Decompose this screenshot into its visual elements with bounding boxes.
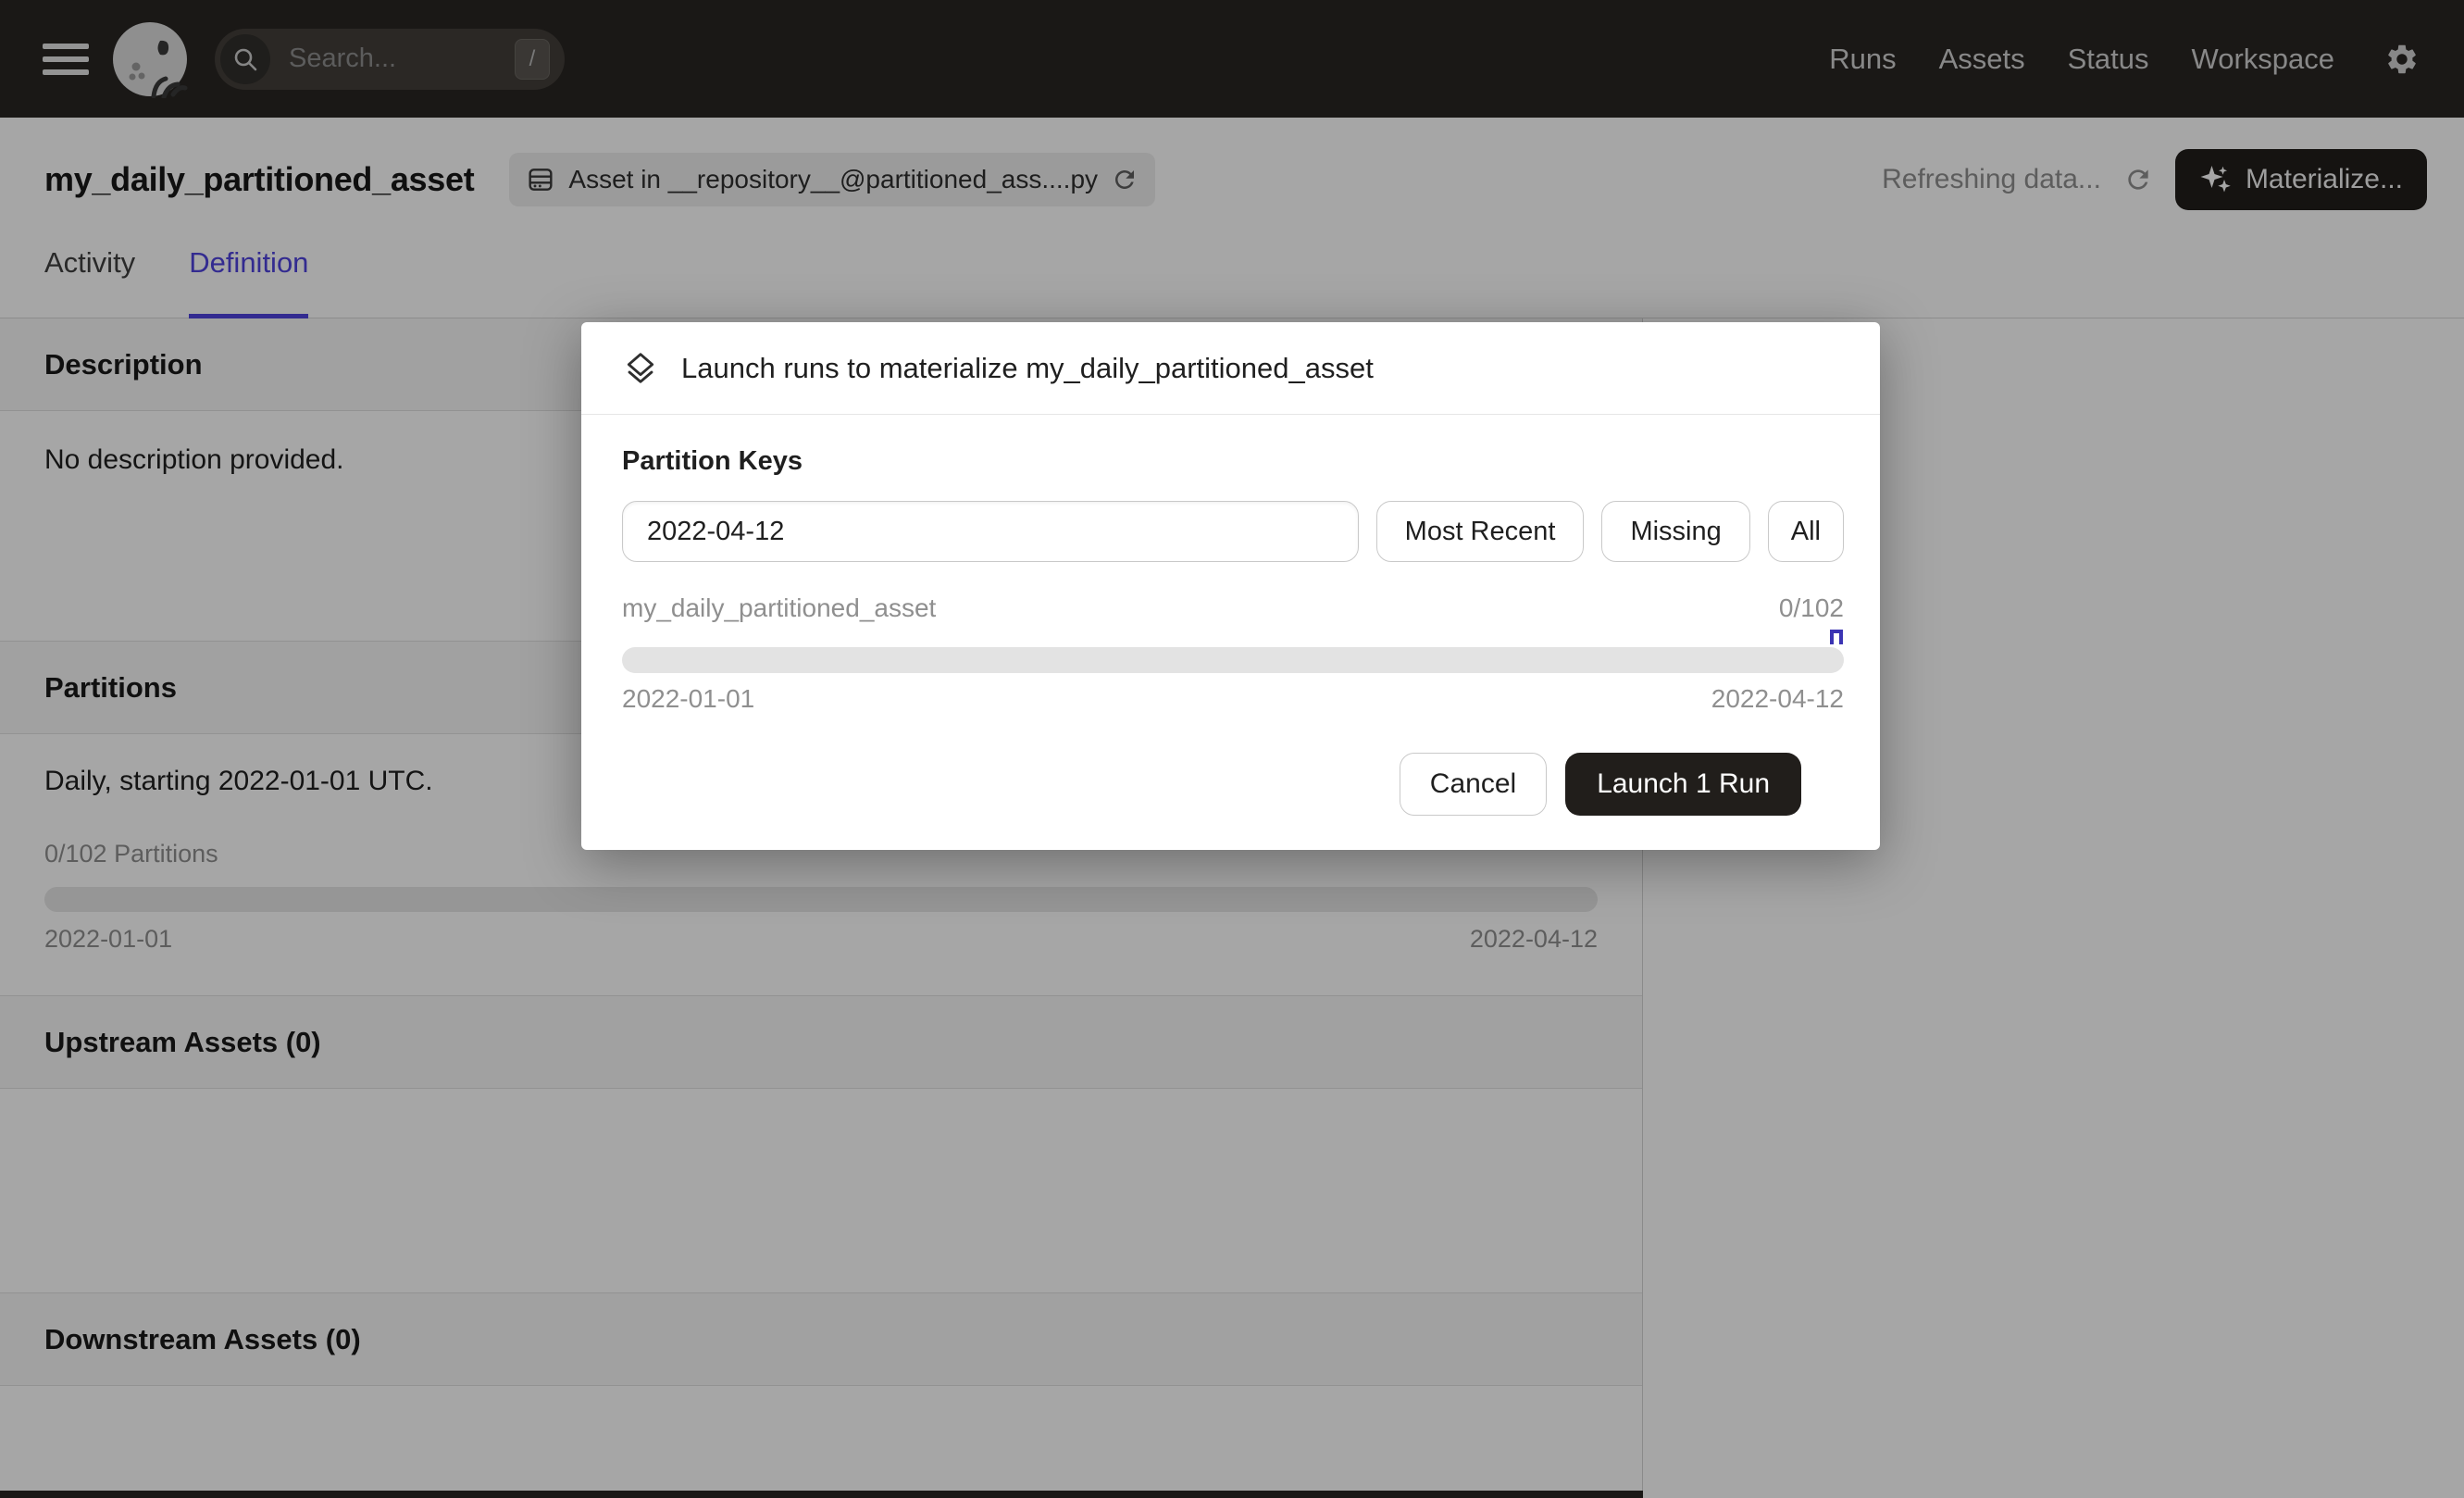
missing-button[interactable]: Missing (1601, 501, 1749, 562)
dialog-asset-name: my_daily_partitioned_asset (622, 593, 936, 623)
materialize-asset-icon (622, 350, 659, 387)
asset-progress-header: my_daily_partitioned_asset 0/102 (622, 593, 1844, 623)
dialog-range-end: 2022-04-12 (1711, 684, 1844, 714)
partition-keys-row: Most Recent Missing All (622, 501, 1844, 562)
dialog-title: Launch runs to materialize my_daily_part… (681, 352, 1374, 385)
selection-marker-row (622, 623, 1844, 647)
launch-run-button[interactable]: Launch 1 Run (1565, 753, 1801, 816)
dialog-title-bar: Launch runs to materialize my_daily_part… (581, 322, 1880, 415)
selected-partition-marker (1830, 630, 1843, 644)
launch-runs-dialog: Launch runs to materialize my_daily_part… (581, 322, 1880, 850)
dialog-partition-selector-bar[interactable] (622, 647, 1844, 673)
partition-key-input[interactable] (622, 501, 1359, 562)
dialog-partition-count: 0/102 (1779, 593, 1844, 623)
dialog-date-range: 2022-01-01 2022-04-12 (622, 684, 1844, 714)
dialog-range-start: 2022-01-01 (622, 684, 754, 714)
dialog-body: Partition Keys Most Recent Missing All m… (581, 415, 1880, 816)
partition-keys-label: Partition Keys (622, 446, 1844, 477)
most-recent-button[interactable]: Most Recent (1376, 501, 1585, 562)
all-button[interactable]: All (1768, 501, 1844, 562)
cancel-button[interactable]: Cancel (1400, 753, 1547, 816)
dialog-footer: Cancel Launch 1 Run (622, 714, 1844, 816)
